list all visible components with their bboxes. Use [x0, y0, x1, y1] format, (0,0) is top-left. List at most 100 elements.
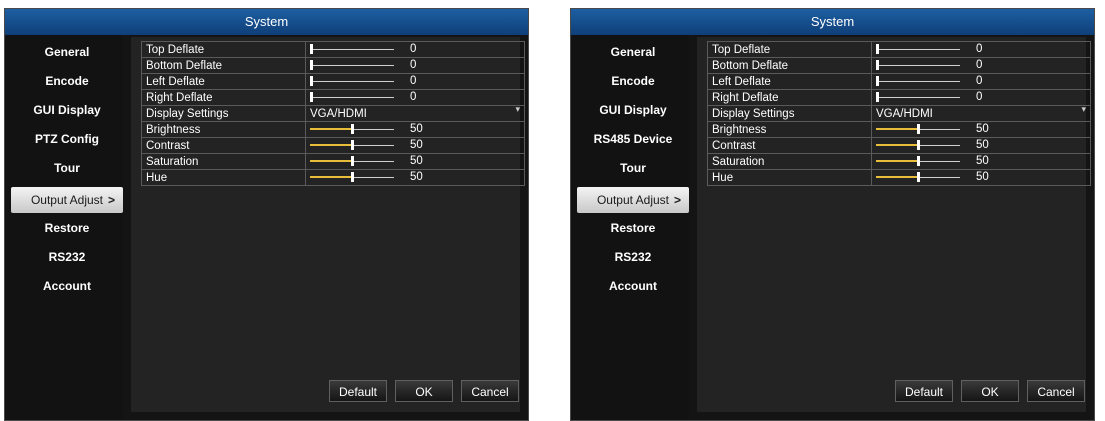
setting-label: Left Deflate: [707, 73, 872, 90]
slider-track[interactable]: [876, 124, 960, 134]
settings-row: Contrast 50: [141, 137, 525, 154]
slider-track[interactable]: [310, 124, 394, 134]
slider-value: 0: [976, 91, 983, 103]
setting-label: Right Deflate: [707, 89, 872, 106]
sidebar-item-label: Output Adjust: [30, 193, 104, 207]
slider-thumb[interactable]: [917, 140, 920, 150]
system-window-1: System General Encode GUI Display PTZ Config…: [4, 8, 529, 421]
slider-thumb[interactable]: [917, 124, 920, 134]
slider-track[interactable]: [310, 92, 394, 102]
slider-track[interactable]: [310, 140, 394, 150]
slider-value: 50: [410, 171, 423, 183]
cancel-button[interactable]: Cancel: [1027, 380, 1085, 402]
slider-thumb[interactable]: [351, 140, 354, 150]
sidebar-item-label: GUI Display: [599, 103, 667, 117]
setting-label: Saturation: [707, 153, 872, 170]
slider-track[interactable]: [876, 60, 960, 70]
settings-row: Left Deflate 0: [707, 73, 1091, 90]
slider-track[interactable]: [876, 156, 960, 166]
slider-track[interactable]: [310, 76, 394, 86]
slider-value: 50: [976, 155, 989, 167]
setting-label: Brightness: [707, 121, 872, 138]
slider-thumb[interactable]: [876, 76, 879, 86]
slider-track[interactable]: [310, 60, 394, 70]
slider-track[interactable]: [876, 140, 960, 150]
slider-thumb[interactable]: [917, 156, 920, 166]
display-settings-select[interactable]: VGA/HDMI ▾: [305, 104, 525, 122]
settings-row: Contrast 50: [707, 137, 1091, 154]
sidebar-item-label: PTZ Config: [35, 132, 99, 146]
setting-slider-cell: 50: [871, 121, 1091, 138]
ok-button[interactable]: OK: [961, 380, 1019, 402]
setting-label: Contrast: [141, 137, 306, 154]
slider-thumb[interactable]: [351, 172, 354, 182]
display-settings-select[interactable]: VGA/HDMI ▾: [871, 104, 1091, 122]
sidebar-item[interactable]: Account: [577, 273, 689, 299]
sidebar: General Encode GUI Display PTZ Config Tour Ou…: [5, 35, 123, 420]
sidebar-item[interactable]: Encode: [11, 68, 123, 94]
setting-slider-cell: 0: [305, 73, 525, 90]
cancel-button[interactable]: Cancel: [461, 380, 519, 402]
slider-thumb[interactable]: [310, 92, 313, 102]
setting-label: Brightness: [141, 121, 306, 138]
slider-track[interactable]: [876, 92, 960, 102]
settings-row: Bottom Deflate 0: [141, 57, 525, 74]
setting-slider-cell: 0: [305, 89, 525, 106]
default-button[interactable]: Default: [329, 380, 387, 402]
slider-track[interactable]: [876, 172, 960, 182]
sidebar-item[interactable]: RS485 Device: [577, 126, 689, 152]
setting-label: Bottom Deflate: [141, 57, 306, 74]
settings-row: Hue 50: [141, 169, 525, 186]
slider-thumb[interactable]: [351, 124, 354, 134]
setting-slider-cell: 0: [871, 73, 1091, 90]
settings-row: Display Settings VGA/HDMI ▾: [141, 104, 525, 122]
sidebar-item[interactable]: General: [11, 39, 123, 65]
sidebar-item[interactable]: Tour: [11, 155, 123, 181]
sidebar-item[interactable]: Encode: [577, 68, 689, 94]
sidebar-item[interactable]: Restore: [11, 215, 123, 241]
settings-table: Top Deflate 0 Bottom Deflate 0 Left Deflate 0…: [141, 41, 525, 186]
sidebar-item[interactable]: GUI Display: [11, 97, 123, 123]
setting-label: Top Deflate: [707, 41, 872, 58]
sidebar-item[interactable]: Account: [11, 273, 123, 299]
slider-track[interactable]: [310, 156, 394, 166]
slider-thumb[interactable]: [310, 44, 313, 54]
slider-thumb[interactable]: [351, 156, 354, 166]
default-button[interactable]: Default: [895, 380, 953, 402]
slider-track[interactable]: [310, 44, 394, 54]
slider-thumb[interactable]: [310, 76, 313, 86]
sidebar-item[interactable]: General: [577, 39, 689, 65]
setting-label: Hue: [141, 169, 306, 186]
slider-thumb[interactable]: [876, 60, 879, 70]
ok-button[interactable]: OK: [395, 380, 453, 402]
sidebar-item-label: Tour: [620, 161, 646, 175]
sidebar-item-label: Tour: [54, 161, 80, 175]
sidebar-item[interactable]: PTZ Config: [11, 126, 123, 152]
slider-thumb[interactable]: [876, 92, 879, 102]
slider-value: 0: [976, 59, 983, 71]
slider-value: 0: [410, 59, 417, 71]
slider-track[interactable]: [876, 76, 960, 86]
settings-row: Display Settings VGA/HDMI ▾: [707, 104, 1091, 122]
sidebar-item[interactable]: Output Adjust >: [577, 187, 689, 213]
slider-track[interactable]: [310, 172, 394, 182]
slider-track[interactable]: [876, 44, 960, 54]
sidebar: General Encode GUI Display RS485 Device Tour…: [571, 35, 689, 420]
sidebar-item[interactable]: Restore: [577, 215, 689, 241]
slider-fill: [876, 128, 918, 130]
sidebar-item[interactable]: Tour: [577, 155, 689, 181]
slider-thumb[interactable]: [917, 172, 920, 182]
slider-fill: [310, 160, 352, 162]
sidebar-item-label: RS485 Device: [593, 132, 673, 146]
sidebar-item[interactable]: RS232: [577, 244, 689, 270]
sidebar-item[interactable]: RS232: [11, 244, 123, 270]
settings-row: Bottom Deflate 0: [707, 57, 1091, 74]
slider-thumb[interactable]: [876, 44, 879, 54]
settings-row: Right Deflate 0: [141, 89, 525, 106]
dropdown-arrow-icon: ▾: [515, 104, 520, 114]
sidebar-item-label: Output Adjust: [596, 193, 670, 207]
sidebar-item[interactable]: Output Adjust >: [11, 187, 123, 213]
sidebar-item[interactable]: GUI Display: [577, 97, 689, 123]
slider-thumb[interactable]: [310, 60, 313, 70]
setting-slider-cell: 0: [871, 89, 1091, 106]
